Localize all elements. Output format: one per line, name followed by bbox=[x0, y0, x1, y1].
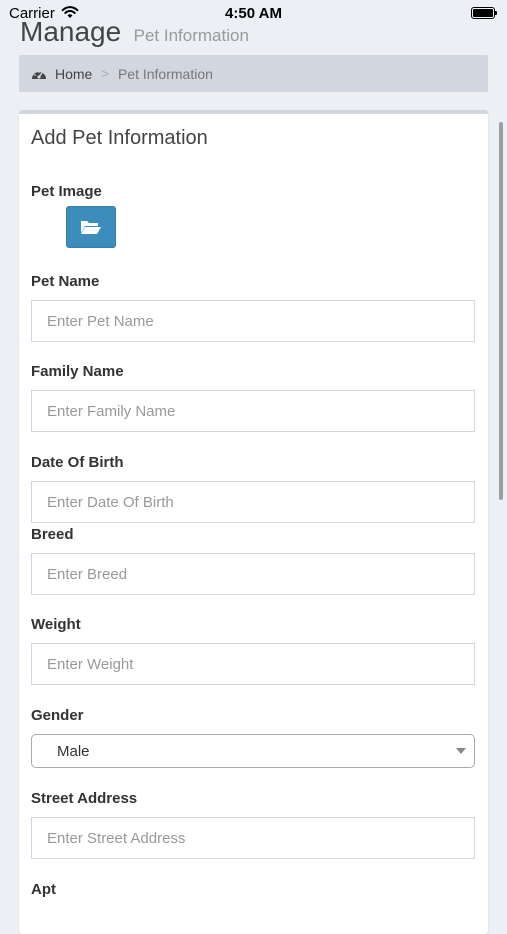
pet-image-label: Pet Image bbox=[31, 183, 102, 200]
street-address-label: Street Address bbox=[31, 790, 138, 807]
date-of-birth-input[interactable] bbox=[32, 482, 474, 522]
page-header: Manage Pet Information bbox=[20, 16, 249, 52]
add-pet-form-card: Add Pet Information Pet Image Pet Name F… bbox=[19, 110, 488, 934]
weight-input[interactable] bbox=[32, 644, 474, 684]
pet-name-input[interactable] bbox=[32, 301, 474, 341]
battery-icon bbox=[471, 7, 497, 19]
gender-selected-value: Male bbox=[57, 743, 90, 760]
breadcrumb-separator: > bbox=[101, 66, 109, 81]
date-of-birth-label: Date Of Birth bbox=[31, 454, 124, 471]
pet-name-label: Pet Name bbox=[31, 273, 100, 290]
gender-select[interactable]: Male bbox=[31, 734, 475, 768]
pet-name-field[interactable] bbox=[31, 300, 475, 342]
breed-input[interactable] bbox=[32, 554, 474, 594]
pet-image-upload-button[interactable] bbox=[66, 206, 116, 248]
chevron-down-icon bbox=[456, 748, 466, 754]
date-of-birth-field[interactable] bbox=[31, 481, 475, 523]
family-name-label: Family Name bbox=[31, 363, 124, 380]
street-address-field[interactable] bbox=[31, 817, 475, 859]
page-title: Manage bbox=[20, 16, 122, 47]
breadcrumb-home-link[interactable]: Home bbox=[55, 66, 92, 82]
dashboard-icon bbox=[32, 70, 46, 79]
weight-label: Weight bbox=[31, 616, 81, 633]
breed-field[interactable] bbox=[31, 553, 475, 595]
apt-label: Apt bbox=[31, 881, 56, 898]
breed-label: Breed bbox=[31, 526, 74, 543]
family-name-input[interactable] bbox=[32, 391, 474, 431]
gender-label: Gender bbox=[31, 707, 84, 724]
page-scrollbar[interactable] bbox=[499, 122, 503, 500]
breadcrumb: Home > Pet Information bbox=[19, 55, 488, 92]
street-address-input[interactable] bbox=[32, 818, 474, 858]
family-name-field[interactable] bbox=[31, 390, 475, 432]
page-subtitle: Pet Information bbox=[133, 26, 249, 45]
folder-open-icon bbox=[81, 221, 101, 234]
form-title: Add Pet Information bbox=[31, 127, 208, 149]
breadcrumb-current: Pet Information bbox=[117, 65, 213, 82]
weight-field[interactable] bbox=[31, 643, 475, 685]
